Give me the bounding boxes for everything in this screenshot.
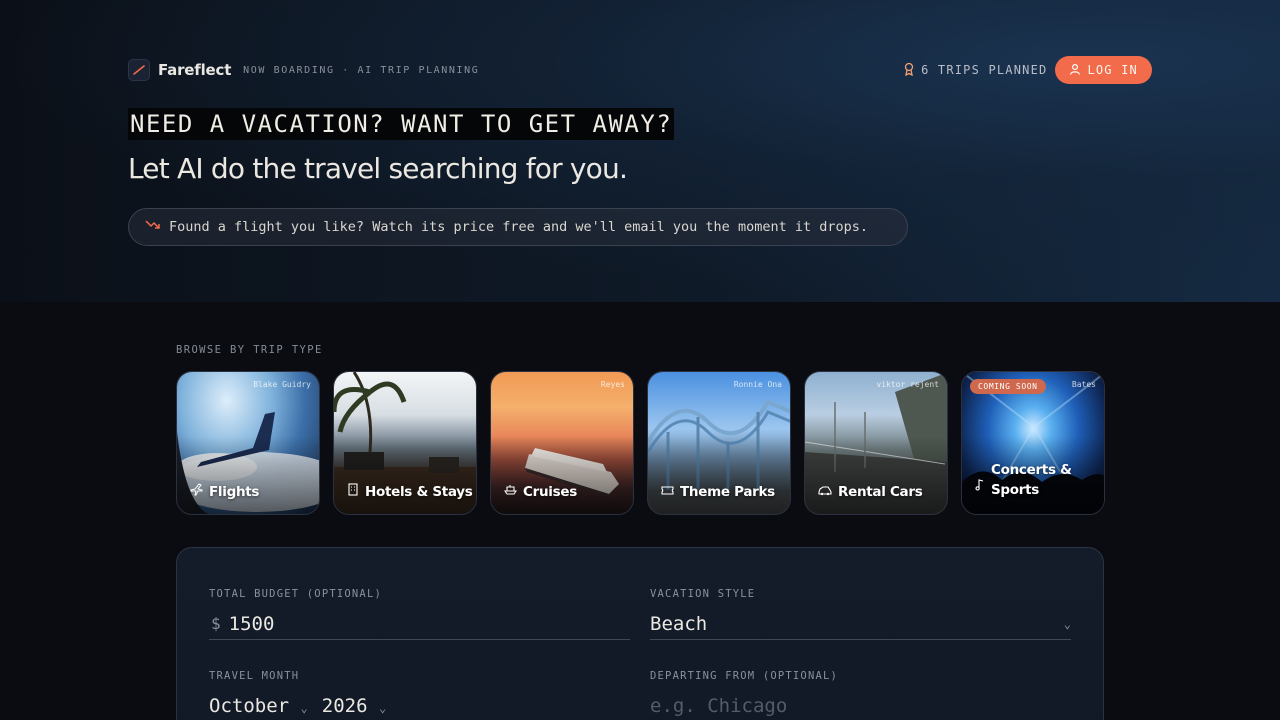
card-rental-cars[interactable]: viktor rejent Rental Cars <box>804 371 948 515</box>
card-label-text: Flights <box>209 483 260 500</box>
coming-soon-badge: COMING SOON <box>970 379 1046 394</box>
top-bar: Fareflect NOW BOARDING · AI TRIP PLANNIN… <box>128 56 1152 84</box>
card-label: Cruises <box>503 483 577 500</box>
vacation-style-select[interactable]: Beach ⌄ <box>650 608 1071 640</box>
chevron-down-icon: ⌄ <box>300 701 308 715</box>
month-select[interactable]: October ⌄ <box>209 695 308 717</box>
award-icon <box>903 62 915 79</box>
budget-input[interactable]: $ 1500 <box>209 608 630 640</box>
card-hotels[interactable]: Hotels & Stays <box>333 371 477 515</box>
right-nav: 6 TRIPS PLANNED LOG IN <box>903 56 1152 84</box>
brand-tagline: NOW BOARDING · AI TRIP PLANNING <box>243 64 480 76</box>
hero-section <box>0 0 1280 302</box>
headline: NEED A VACATION? WANT TO GET AWAY? <box>128 108 675 140</box>
travel-month-field: TRAVEL MONTH October ⌄ 2026 ⌄ <box>209 670 630 720</box>
brand-name: Fareflect <box>158 61 232 79</box>
card-label-line1: Concerts & <box>991 462 1072 478</box>
card-label: Concerts & Sports <box>975 460 1072 500</box>
browse-label: BROWSE BY TRIP TYPE <box>176 344 323 356</box>
vacation-style-label: VACATION STYLE <box>650 588 756 600</box>
car-icon <box>818 484 832 500</box>
login-label: LOG IN <box>1087 63 1138 77</box>
trip-type-cards: Blake Guidry Flights Hotels & Stays Reye… <box>176 371 1105 515</box>
photo-credit: Bates <box>1071 380 1096 389</box>
trips-counter-text: 6 TRIPS PLANNED <box>921 63 1048 77</box>
card-label-text: Concerts & Sports <box>991 460 1072 500</box>
card-label: Flights <box>190 483 259 500</box>
chevron-down-icon: ⌄ <box>378 701 387 715</box>
photo-credit: Ronnie Ona <box>733 380 782 389</box>
vacation-style-value: Beach <box>650 612 708 635</box>
login-button[interactable]: LOG IN <box>1055 56 1152 84</box>
music-note-icon <box>975 477 985 497</box>
photo-credit: Reyes <box>600 380 625 389</box>
vacation-style-field[interactable]: VACATION STYLE Beach ⌄ <box>650 588 1071 640</box>
photo-credit: Blake Guidry <box>253 380 311 389</box>
card-flights[interactable]: Blake Guidry Flights <box>176 371 320 515</box>
year-value: 2026 <box>321 695 368 717</box>
departing-input[interactable]: e.g. Chicago <box>650 690 1071 720</box>
year-select[interactable]: 2026 ⌄ <box>322 695 386 717</box>
price-watch-notice[interactable]: Found a flight you like? Watch its price… <box>128 208 908 246</box>
photo-credit: viktor rejent <box>876 380 939 389</box>
card-label: Hotels & Stays <box>347 483 473 500</box>
departing-label: DEPARTING FROM (OPTIONAL) <box>650 670 839 682</box>
budget-label: TOTAL BUDGET (OPTIONAL) <box>209 588 382 600</box>
trending-down-icon <box>145 219 161 235</box>
chevron-down-icon: ⌄ <box>1063 616 1071 631</box>
card-cruises[interactable]: Reyes Cruises <box>490 371 634 515</box>
travel-month-selects: October ⌄ 2026 ⌄ <box>209 690 630 720</box>
card-label-text: Hotels & Stays <box>365 483 473 500</box>
trip-form: TOTAL BUDGET (OPTIONAL) $ 1500 VACATION … <box>176 547 1104 720</box>
card-label-line2: Sports <box>991 482 1040 498</box>
subheadline: Let AI do the travel searching for you. <box>128 152 628 185</box>
currency-symbol: $ <box>211 614 221 633</box>
budget-field[interactable]: TOTAL BUDGET (OPTIONAL) $ 1500 <box>209 588 630 640</box>
departing-field[interactable]: DEPARTING FROM (OPTIONAL) e.g. Chicago <box>650 670 1071 720</box>
card-label-text: Theme Parks <box>680 484 775 500</box>
card-label: Theme Parks <box>661 484 775 500</box>
budget-value: 1500 <box>228 612 275 635</box>
card-label-text: Rental Cars <box>838 484 923 500</box>
notice-text: Found a flight you like? Watch its price… <box>169 219 868 235</box>
plane-icon <box>190 483 203 500</box>
trips-counter: 6 TRIPS PLANNED <box>903 62 1047 79</box>
card-concerts-sports[interactable]: Bates COMING SOON Concerts & Sports <box>961 371 1105 515</box>
card-label: Rental Cars <box>818 484 923 500</box>
card-theme-parks[interactable]: Ronnie Ona Theme Parks <box>647 371 791 515</box>
user-icon <box>1069 63 1081 78</box>
building-icon <box>347 483 359 500</box>
headline-text: NEED A VACATION? WANT TO GET AWAY? <box>128 108 675 140</box>
card-label-text: Cruises <box>523 483 577 500</box>
month-value: October <box>209 695 290 717</box>
ship-icon <box>503 483 518 500</box>
travel-month-label: TRAVEL MONTH <box>209 670 300 682</box>
ticket-icon <box>661 484 674 500</box>
brand[interactable]: Fareflect NOW BOARDING · AI TRIP PLANNIN… <box>128 59 479 81</box>
logo-icon <box>128 59 150 81</box>
